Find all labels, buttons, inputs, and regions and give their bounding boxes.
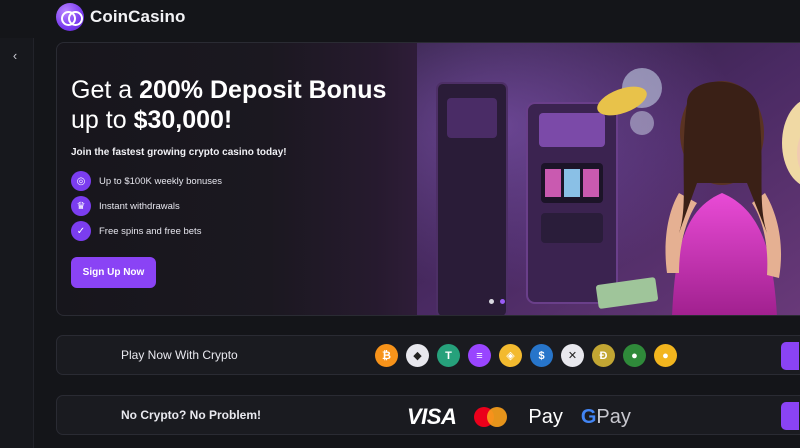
- crypto-payment-row: Play Now With Crypto ₿ ◆ T ≡ ◈ $ ✕ Ð ● ●: [56, 335, 800, 375]
- bitcoin-icon: ₿: [375, 344, 398, 367]
- hero-subtitle: Join the fastest growing crypto casino t…: [71, 147, 287, 158]
- tether-icon: T: [437, 344, 460, 367]
- ethereum-icon: ◆: [406, 344, 429, 367]
- shiba-icon: ●: [654, 344, 677, 367]
- chevron-left-icon[interactable]: ‹: [4, 44, 26, 66]
- left-sidebar-rail: ‹: [0, 38, 34, 448]
- hero-banner: Get a 200% Deposit Bonus up to $30,000! …: [56, 42, 800, 316]
- fiat-payment-row: No Crypto? No Problem! VISA Pay G Pay: [56, 395, 800, 435]
- brand-name: CoinCasino: [90, 7, 186, 26]
- visa-logo: VISA: [407, 404, 457, 429]
- usdc-icon: $: [530, 344, 553, 367]
- polygon-icon: ●: [623, 344, 646, 367]
- top-bar: CoinCasino: [0, 0, 800, 38]
- crypto-row-label: Play Now With Crypto: [121, 348, 238, 362]
- payment-methods: VISA Pay G Pay: [407, 404, 631, 430]
- casino-hero-illustration: [417, 43, 800, 315]
- fiat-buy-button[interactable]: [781, 402, 799, 430]
- mastercard-icon: [474, 406, 508, 428]
- crypto-play-button[interactable]: [781, 342, 799, 370]
- dogecoin-icon: Ð: [592, 344, 615, 367]
- fiat-row-label: No Crypto? No Problem!: [121, 408, 261, 422]
- crypto-coin-list: ₿ ◆ T ≡ ◈ $ ✕ Ð ● ●: [375, 344, 677, 367]
- sign-up-button[interactable]: Sign Up Now: [71, 257, 156, 288]
- feature-item: ♛ Instant withdrawals: [71, 196, 180, 216]
- carousel-dot-active[interactable]: [500, 299, 505, 304]
- feature-label: Up to $100K weekly bonuses: [99, 175, 223, 187]
- solana-icon: ≡: [468, 344, 491, 367]
- xrp-icon: ✕: [561, 344, 584, 367]
- hero-title: Get a 200% Deposit Bonus up to $30,000!: [71, 76, 387, 134]
- bnb-icon: ◈: [499, 344, 522, 367]
- feature-item: ◎ Up to $100K weekly bonuses: [71, 171, 222, 191]
- page: CoinCasino ‹ Get a 200% Deposit Bonus up…: [0, 0, 800, 448]
- carousel-dots: [489, 299, 505, 304]
- apple-pay-logo: Pay: [528, 405, 563, 428]
- logo[interactable]: CoinCasino: [56, 3, 185, 31]
- shield-icon: ✓: [71, 221, 91, 241]
- trophy-icon: ♛: [71, 196, 91, 216]
- feature-label: Free spins and free bets: [99, 225, 202, 237]
- google-pay-logo: G Pay: [580, 405, 631, 428]
- coin-casino-logo-icon: [56, 3, 84, 31]
- carousel-dot[interactable]: [489, 299, 494, 304]
- feature-label: Instant withdrawals: [99, 200, 180, 212]
- coins-icon: ◎: [71, 171, 91, 191]
- feature-item: ✓ Free spins and free bets: [71, 221, 201, 241]
